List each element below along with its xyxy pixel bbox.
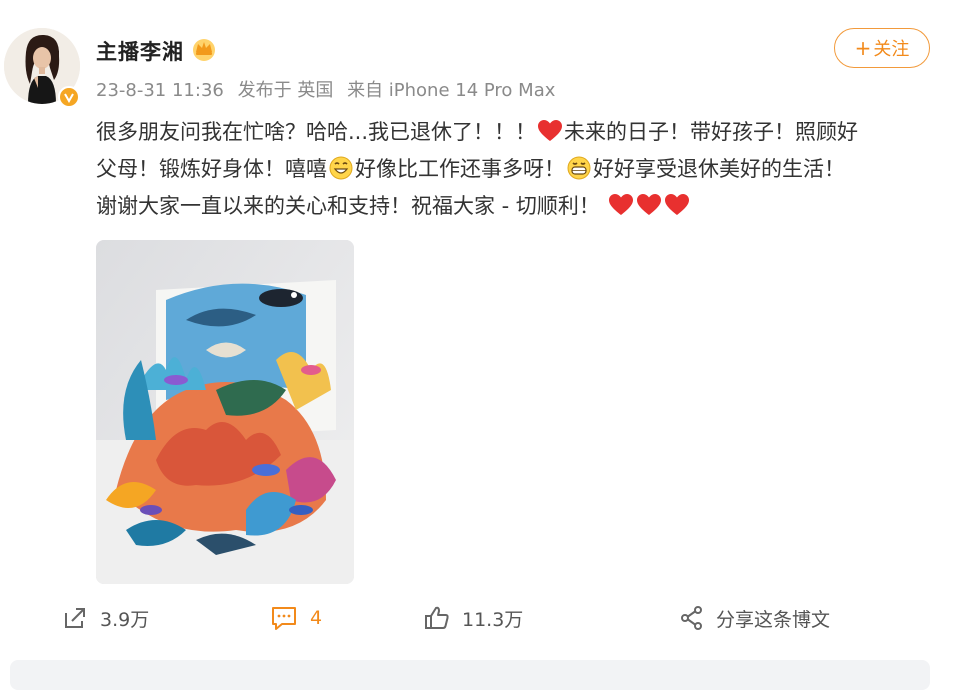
author-name[interactable]: 主播李湘 bbox=[96, 36, 184, 66]
content-line: 父母！锻炼好身体！嘻嘻 好像比工作还事多呀！ 好好享受退休美好的生活！ bbox=[96, 151, 936, 188]
heart-icon bbox=[608, 194, 633, 215]
verified-badge-icon bbox=[58, 86, 80, 108]
heart-icon bbox=[636, 194, 661, 215]
action-bar: 3.9万 4 11.3万 分享这条博文 bbox=[0, 598, 960, 638]
content-text: 好好享受退休美好的生活！ bbox=[593, 157, 845, 181]
content-text: 谢谢大家一直以来的关心和支持！祝福大家 - 切顺利！ bbox=[96, 194, 600, 218]
grin-big-emoji-icon bbox=[567, 156, 591, 180]
weibo-post: 主播李湘 23-8-31 11:36 发布于 英国 来自 iPhone 14 P… bbox=[0, 0, 960, 690]
share-label: 分享这条博文 bbox=[716, 608, 831, 631]
crown-icon bbox=[190, 36, 218, 62]
post-location: 发布于 英国 bbox=[237, 80, 334, 101]
heart-icon bbox=[664, 194, 689, 215]
follow-label: 关注 bbox=[873, 39, 910, 60]
share-button[interactable]: 分享这条博文 bbox=[680, 598, 830, 638]
post-date[interactable]: 23-8-31 11:36 bbox=[96, 80, 224, 101]
like-button[interactable]: 11.3万 bbox=[424, 598, 523, 638]
post-content: 很多朋友问我在忙啥？哈哈...我已退休了！！！ 未来的日子！带好孩子！照顾好 父母… bbox=[96, 114, 936, 225]
post-image[interactable] bbox=[96, 240, 354, 584]
repost-button[interactable]: 3.9万 bbox=[62, 598, 149, 638]
post-meta: 23-8-31 11:36 发布于 英国 来自 iPhone 14 Pro Ma… bbox=[96, 76, 563, 102]
content-text: 未来的日子！带好孩子！照顾好 bbox=[564, 120, 859, 144]
comment-area[interactable] bbox=[10, 660, 930, 690]
content-text: 好像比工作还事多呀！ bbox=[355, 157, 565, 181]
share-icon bbox=[681, 606, 702, 630]
plus-icon: + bbox=[854, 36, 872, 60]
heart-icon bbox=[538, 120, 563, 141]
thumbs-up-icon bbox=[425, 606, 449, 629]
comment-count: 4 bbox=[310, 607, 323, 629]
content-text: 父母！锻炼好身体！嘻嘻 bbox=[96, 157, 327, 181]
content-text: 很多朋友问我在忙啥？哈哈...我已退休了！！！ bbox=[96, 120, 537, 144]
comment-icon bbox=[272, 607, 296, 630]
repost-count: 3.9万 bbox=[100, 608, 150, 631]
like-count: 11.3万 bbox=[462, 608, 524, 631]
comment-button[interactable]: 4 bbox=[270, 598, 322, 638]
follow-button[interactable]: + 关注 bbox=[834, 28, 930, 68]
content-line: 谢谢大家一直以来的关心和支持！祝福大家 - 切顺利！ bbox=[96, 188, 936, 225]
post-device: 来自 iPhone 14 Pro Max bbox=[347, 80, 556, 101]
grin-emoji-icon bbox=[329, 156, 353, 180]
repost-icon bbox=[65, 608, 85, 628]
content-line: 很多朋友问我在忙啥？哈哈...我已退休了！！！ 未来的日子！带好孩子！照顾好 bbox=[96, 114, 936, 151]
